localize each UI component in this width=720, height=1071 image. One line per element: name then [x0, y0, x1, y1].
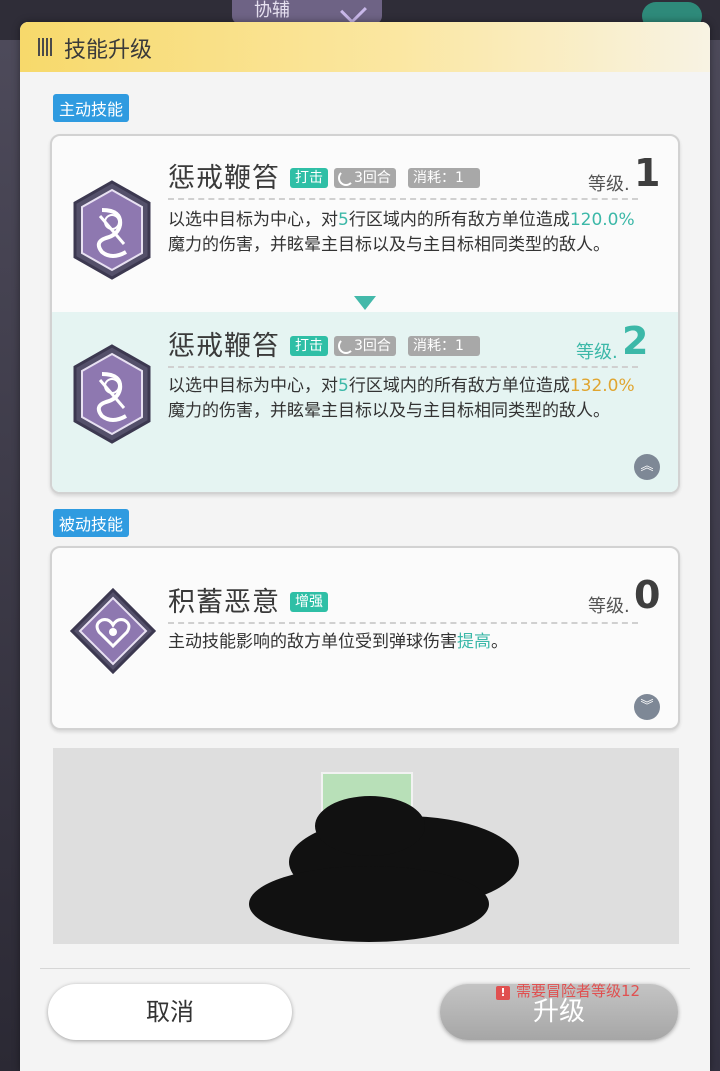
background-tab-label: 协辅 — [254, 0, 290, 21]
level-value: 0 — [634, 573, 661, 617]
requirement-text: 需要冒险者等级12 — [516, 982, 641, 1000]
skill-upgrade-dialog: 技能升级 主动技能 惩戒鞭笞 打击 3回合 消耗：1 等级. 1 以选中目标为中… — [20, 22, 710, 1071]
desc-text: 魔力的伤害，并眩晕主目标以及与主目标相同类型的敌人。 — [168, 401, 610, 421]
redaction-blob — [315, 796, 425, 856]
skill-type-chip: 打击 — [290, 168, 328, 188]
level-label: 等级. — [588, 596, 630, 617]
grip-icon — [38, 38, 52, 56]
passive-skill-tag: 被动技能 — [53, 509, 130, 537]
next-level-panel: 惩戒鞭笞 打击 3回合 消耗：1 等级. 2 以选中目标为中心，对5行区域内的所… — [52, 312, 678, 492]
whip-skill-icon — [73, 180, 151, 280]
active-skill-tag: 主动技能 — [53, 94, 130, 122]
level-requirement: ! 需要冒险者等级12 — [496, 980, 640, 1001]
desc-text: 魔力的伤害，并眩晕主目标以及与主目标相同类型的敌人。 — [168, 235, 610, 255]
desc-text: 以选中目标为中心，对 — [168, 210, 338, 230]
whip-skill-icon — [73, 344, 151, 444]
footer-divider — [40, 968, 690, 969]
level-label: 等级. — [588, 174, 630, 195]
cooldown-chip: 3回合 — [334, 336, 396, 356]
v-mark-icon — [340, 0, 367, 24]
skill-description: 以选中目标为中心，对5行区域内的所有敌方单位造成120.0% 魔力的伤害，并眩晕主… — [168, 208, 646, 258]
cost-chip: 消耗：1 — [408, 168, 480, 188]
level-value: 1 — [634, 151, 661, 195]
desc-percent-value: 120.0% — [569, 210, 635, 230]
desc-percent-value: 132.0% — [569, 376, 635, 396]
collapse-chevron-up-icon[interactable]: ︽ — [634, 454, 660, 480]
redaction-blob — [249, 866, 489, 942]
warning-icon: ! — [496, 986, 510, 1000]
moon-icon — [338, 170, 354, 186]
cancel-button[interactable]: 取消 — [48, 984, 292, 1040]
skill-type-chip: 增强 — [290, 592, 328, 612]
skill-description: 主动技能影响的敌方单位受到弹球伤害提高。 — [168, 630, 646, 655]
level-value: 2 — [622, 319, 649, 363]
desc-highlight: 提高 — [457, 632, 491, 652]
skill-name: 惩戒鞭笞 — [168, 163, 280, 194]
dialog-title: 技能升级 — [64, 38, 153, 63]
active-skill-card: 惩戒鞭笞 打击 3回合 消耗：1 等级. 1 以选中目标为中心，对5行区域内的所… — [50, 134, 680, 494]
desc-text: 行区域内的所有敌方单位造成 — [348, 376, 570, 396]
game-background-left — [0, 40, 20, 1071]
divider — [168, 366, 638, 368]
arrow-down-icon — [354, 296, 376, 310]
skill-name: 积蓄恶意 — [168, 587, 280, 618]
passive-skill-card: 积蓄恶意 增强 等级. 0 主动技能影响的敌方单位受到弹球伤害提高。 ︾ — [50, 546, 680, 730]
expand-chevron-down-icon[interactable]: ︾ — [634, 694, 660, 720]
material-panel — [53, 748, 679, 944]
desc-rows-value: 5 — [338, 210, 349, 230]
skill-name: 惩戒鞭笞 — [168, 331, 280, 362]
skill-type-chip: 打击 — [290, 336, 328, 356]
cooldown-label: 3回合 — [354, 170, 391, 186]
dialog-header: 技能升级 — [20, 22, 710, 72]
cooldown-chip: 3回合 — [334, 168, 396, 188]
level-label: 等级. — [576, 342, 618, 363]
desc-text: 。 — [491, 632, 508, 652]
cooldown-label: 3回合 — [354, 338, 391, 354]
divider — [168, 198, 638, 200]
desc-text: 行区域内的所有敌方单位造成 — [348, 210, 570, 230]
desc-text: 以选中目标为中心，对 — [168, 376, 338, 396]
cost-chip: 消耗：1 — [408, 336, 480, 356]
moon-icon — [338, 338, 354, 354]
heart-skill-icon — [70, 588, 156, 674]
background-tab: 协辅 — [232, 0, 382, 24]
divider — [168, 622, 638, 624]
skill-description: 以选中目标为中心，对5行区域内的所有敌方单位造成132.0% 魔力的伤害，并眩晕主… — [168, 374, 646, 424]
desc-rows-value: 5 — [338, 376, 349, 396]
desc-text: 主动技能影响的敌方单位受到弹球伤害 — [168, 632, 457, 652]
